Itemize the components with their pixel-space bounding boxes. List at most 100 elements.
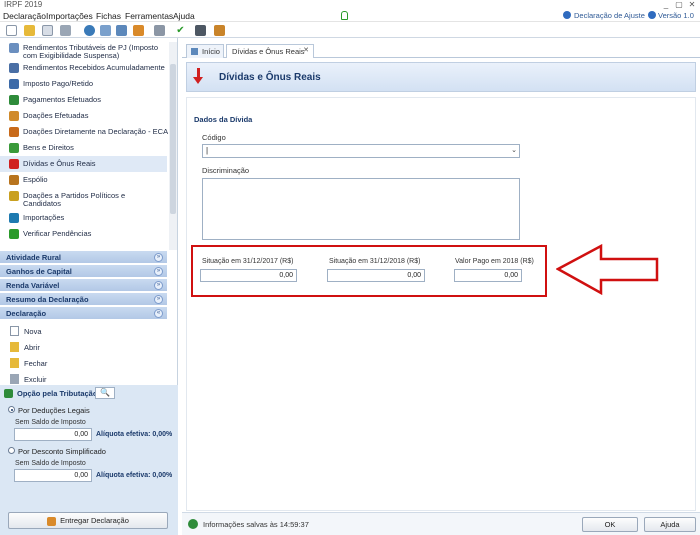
sidebar-item-label: Pagamentos Efetuados	[23, 95, 101, 104]
open-folder-icon	[10, 342, 19, 352]
trash-icon	[10, 374, 19, 384]
close-file-icon[interactable]	[42, 25, 53, 36]
receipt-icon[interactable]	[133, 25, 144, 36]
section-title: Dados da Dívida	[194, 115, 253, 124]
menu-declaracao[interactable]: Declaração	[3, 11, 46, 21]
info-icon	[648, 11, 656, 19]
tab-inicio[interactable]: Início	[186, 44, 224, 58]
description-label: Discriminação	[202, 166, 250, 175]
sidebar-item-label: Imposto Pago/Retido	[23, 79, 94, 88]
sidebar-item-icon	[9, 63, 19, 73]
sidebar-item-8[interactable]: Espólio	[0, 172, 167, 188]
disk-icon[interactable]	[100, 25, 111, 36]
title-bar: IRPF 2019 _ ▢ ✕	[0, 0, 700, 10]
minimize-button[interactable]: _	[661, 0, 671, 9]
help-button[interactable]: Ajuda	[644, 517, 696, 532]
declaracao-fechar[interactable]: Fechar	[0, 355, 167, 371]
menu-ajuda[interactable]: Ajuda	[173, 11, 195, 21]
calculator-icon[interactable]	[195, 25, 206, 36]
maximize-button[interactable]: ▢	[674, 0, 684, 9]
section-ganhos-de-capital[interactable]: Ganhos de Capital»	[0, 265, 167, 278]
trash-icon[interactable]	[60, 25, 71, 36]
print-icon[interactable]	[154, 25, 165, 36]
search-button[interactable]: 🔍	[95, 387, 115, 399]
menu-ferramentas[interactable]: Ferramentas	[125, 11, 173, 21]
tax-option-title: Opção pela Tributação:	[17, 389, 100, 398]
declaration-help-link[interactable]: Declaração de Ajuste	[574, 11, 645, 20]
simplificado-value: 0,00	[14, 469, 92, 482]
section-declaracao[interactable]: Declaração «	[0, 307, 167, 320]
section-resumo[interactable]: Resumo da Declaração»	[0, 293, 167, 306]
sidebar-item-7[interactable]: Dívidas e Ônus Reais	[0, 156, 167, 172]
highlight-box	[191, 245, 547, 297]
tax-option-panel: Opção pela Tributação: 🔍 Por Deduções Le…	[0, 385, 178, 535]
code-select[interactable]: | ⌄	[202, 144, 520, 158]
option-deducoes-label: Por Deduções Legais	[18, 406, 90, 415]
chevron-down-icon[interactable]: »	[154, 267, 163, 276]
sidebar-item-label-line2: com Exigibilidade Suspensa)	[23, 51, 120, 60]
sidebar-item-6[interactable]: Bens e Direitos	[0, 140, 167, 156]
close-button[interactable]: ✕	[687, 0, 697, 9]
deducoes-value: 0,00	[14, 428, 92, 441]
sidebar-item-icon	[9, 95, 19, 105]
footer: Informações salvas às 14:59:37 OK Ajuda	[182, 512, 700, 535]
save-status: Informações salvas às 14:59:37	[203, 520, 309, 529]
chevron-down-icon[interactable]: »	[154, 253, 163, 262]
ok-button[interactable]: OK	[582, 517, 638, 532]
lock-icon	[341, 11, 348, 20]
close-tab-icon[interactable]: ✕	[303, 46, 309, 54]
description-textarea[interactable]	[202, 178, 520, 240]
version-label[interactable]: Versão 1.0	[658, 11, 694, 20]
chevron-down-icon[interactable]: »	[154, 281, 163, 290]
balance-label: Sem Saldo de Imposto	[15, 419, 86, 426]
money-icon	[4, 389, 13, 398]
rate-label-1: Alíquota efetiva: 0,00%	[96, 431, 173, 438]
sidebar-item-icon	[9, 191, 19, 201]
declaracao-abrir[interactable]: Abrir	[0, 339, 167, 355]
globe-icon[interactable]	[84, 25, 95, 36]
option-simplificado-radio[interactable]	[8, 447, 15, 454]
option-simplificado-label: Por Desconto Simplificado	[18, 447, 106, 456]
section-renda-variavel[interactable]: Renda Variável»	[0, 279, 167, 292]
menu-fichas[interactable]: Fichas	[96, 11, 121, 21]
book-icon[interactable]	[214, 25, 225, 36]
sidebar-item-label: Bens e Direitos	[23, 143, 74, 152]
section-atividade-rural[interactable]: Atividade Rural»	[0, 251, 167, 264]
sidebar-item-10[interactable]: Importações	[0, 210, 167, 226]
declaracao-nova[interactable]: Nova	[0, 323, 167, 339]
sidebar-item-icon	[9, 159, 19, 169]
balance-label-2: Sem Saldo de Imposto	[15, 460, 86, 467]
open-folder-icon[interactable]	[24, 25, 35, 36]
sidebar-item-9[interactable]: Doações a Partidos Políticos e Candidatos	[0, 188, 167, 208]
tab-dividas[interactable]: Dívidas e Ônus Reais ✕	[226, 44, 314, 58]
code-label: Código	[202, 133, 226, 142]
sidebar-item-icon	[9, 43, 19, 53]
new-file-icon[interactable]	[6, 25, 17, 36]
menu-bar: Declaração Importações Fichas Ferramenta…	[0, 10, 700, 22]
sidebar-item-0[interactable]: Rendimentos Tributáveis de PJ (Imposto co…	[0, 40, 167, 60]
toolbar: ✔	[0, 23, 700, 38]
sidebar-item-4[interactable]: Doações Efetuadas	[0, 108, 167, 124]
sidebar-item-icon	[9, 229, 19, 239]
sidebar-item-3[interactable]: Pagamentos Efetuados	[0, 92, 167, 108]
chevron-down-icon[interactable]: ⌄	[511, 146, 517, 154]
sidebar-item-11[interactable]: Verificar Pendências	[0, 226, 167, 242]
sidebar-item-2[interactable]: Imposto Pago/Retido	[0, 76, 167, 92]
sidebar-scrollbar[interactable]	[169, 42, 177, 250]
sidebar-item-icon	[9, 175, 19, 185]
sidebar-item-5[interactable]: Doações Diretamente na Declaração - ECA	[0, 124, 168, 140]
sidebar-item-label: Espólio	[23, 175, 48, 184]
sidebar-item-label: Rendimentos Recebidos Acumuladamente	[23, 63, 165, 72]
submit-declaration-button[interactable]: Entregar Declaração	[8, 512, 168, 529]
tab-bar: Início Dívidas e Ônus Reais ✕	[182, 44, 700, 58]
check-icon[interactable]: ✔	[175, 25, 186, 36]
chevron-down-icon[interactable]: »	[154, 295, 163, 304]
sidebar-item-label: Dívidas e Ônus Reais	[23, 159, 96, 168]
chevron-up-icon[interactable]: «	[154, 309, 163, 318]
option-deducoes-radio[interactable]	[8, 406, 15, 413]
menu-importacoes[interactable]: Importações	[46, 11, 93, 21]
transmit-icon[interactable]	[116, 25, 127, 36]
help-icon[interactable]	[563, 11, 571, 19]
sidebar-item-1[interactable]: Rendimentos Recebidos Acumuladamente	[0, 60, 167, 76]
sidebar-item-label: Verificar Pendências	[23, 229, 92, 238]
